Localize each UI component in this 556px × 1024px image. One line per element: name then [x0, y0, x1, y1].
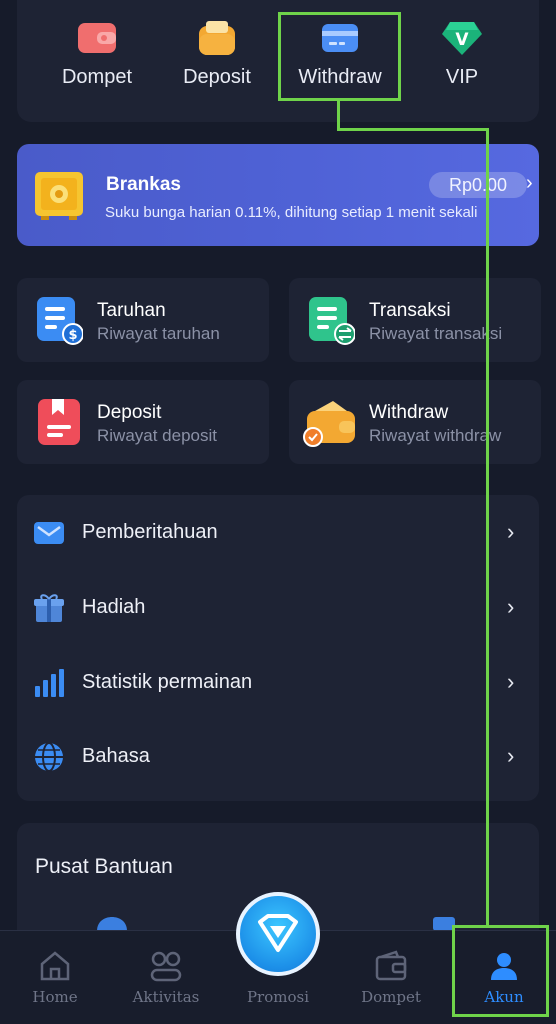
withdraw-history-icon: [303, 397, 359, 447]
history-card-transaksi[interactable]: Transaksi Riwayat transaksi: [289, 278, 541, 362]
quick-action-label: Dompet: [61, 66, 133, 88]
help-center-title: Pusat Bantuan: [35, 855, 173, 878]
menu-item-label: Pemberitahuan: [82, 521, 218, 543]
menu-item-hadiah[interactable]: Hadiah ›: [17, 578, 539, 638]
bar-chart-icon: [33, 668, 65, 698]
brankas-banner[interactable]: Brankas Suku bunga harian 0.11%, dihitun…: [17, 144, 539, 246]
history-card-title: Withdraw: [369, 402, 449, 423]
history-card-title: Deposit: [97, 402, 162, 423]
highlight-connector: [486, 128, 489, 925]
highlight-box-withdraw: [278, 12, 401, 101]
brankas-title: Brankas: [106, 174, 181, 195]
deposit-icon: [197, 20, 237, 56]
wallet-icon: [374, 949, 408, 983]
tab-home[interactable]: Home: [5, 931, 105, 1024]
mail-icon: [33, 518, 65, 548]
history-card-subtitle: Riwayat deposit: [97, 426, 218, 445]
highlight-connector: [337, 100, 340, 131]
menu-item-pemberitahuan[interactable]: Pemberitahuan ›: [17, 503, 539, 563]
settings-menu: Pemberitahuan › Hadiah › Statistik perma…: [17, 495, 539, 801]
deposit-history-icon: [35, 397, 83, 447]
promosi-center-button[interactable]: [236, 892, 320, 976]
chevron-right-icon: ›: [507, 519, 515, 544]
history-card-subtitle: Riwayat withdraw: [369, 426, 502, 445]
tab-dompet[interactable]: Dompet: [341, 931, 441, 1024]
bet-history-icon: $: [35, 295, 84, 345]
gift-icon: [33, 593, 65, 623]
history-card-taruhan[interactable]: $ Taruhan Riwayat taruhan: [17, 278, 269, 362]
menu-item-label: Statistik permainan: [82, 671, 253, 693]
menu-item-bahasa[interactable]: Bahasa ›: [17, 727, 539, 787]
history-card-title: Taruhan: [97, 300, 166, 321]
history-card-subtitle: Riwayat transaksi: [369, 324, 503, 343]
vip-badge-icon: V: [442, 20, 482, 56]
brankas-balance: Rp0.00: [429, 172, 527, 198]
history-card-withdraw[interactable]: Withdraw Riwayat withdraw: [289, 380, 541, 464]
tab-label: Promosi: [246, 988, 310, 1006]
quick-action-label: VIP: [445, 66, 479, 88]
highlight-box-akun: [452, 925, 549, 1017]
tab-label: Home: [32, 988, 78, 1006]
tab-label: Aktivitas: [132, 988, 200, 1006]
menu-item-label: Bahasa: [82, 745, 150, 767]
svg-text:V: V: [455, 30, 469, 50]
wallet-icon: [77, 20, 117, 56]
highlight-connector: [337, 128, 489, 131]
transaction-history-icon: [307, 295, 356, 345]
chevron-right-icon: ›: [526, 172, 533, 194]
history-card-subtitle: Riwayat taruhan: [97, 324, 220, 343]
history-card-title: Transaksi: [369, 300, 451, 321]
chevron-right-icon: ›: [507, 594, 515, 619]
chevron-right-icon: ›: [507, 743, 515, 768]
menu-item-statistik[interactable]: Statistik permainan ›: [17, 653, 539, 713]
activity-icon: [149, 949, 183, 983]
chevron-right-icon: ›: [507, 669, 515, 694]
brankas-subtitle: Suku bunga harian 0.11%, dihitung setiap…: [105, 204, 478, 221]
safe-icon: [33, 170, 85, 220]
diamond-icon: [258, 914, 298, 952]
svg-text:$: $: [68, 328, 77, 343]
tab-aktivitas[interactable]: Aktivitas: [116, 931, 216, 1024]
globe-icon: [33, 742, 65, 772]
menu-item-label: Hadiah: [82, 596, 146, 618]
history-card-deposit[interactable]: Deposit Riwayat deposit: [17, 380, 269, 464]
home-icon: [38, 949, 72, 983]
quick-action-label: Deposit: [183, 66, 251, 88]
tab-label: Dompet: [361, 988, 421, 1006]
